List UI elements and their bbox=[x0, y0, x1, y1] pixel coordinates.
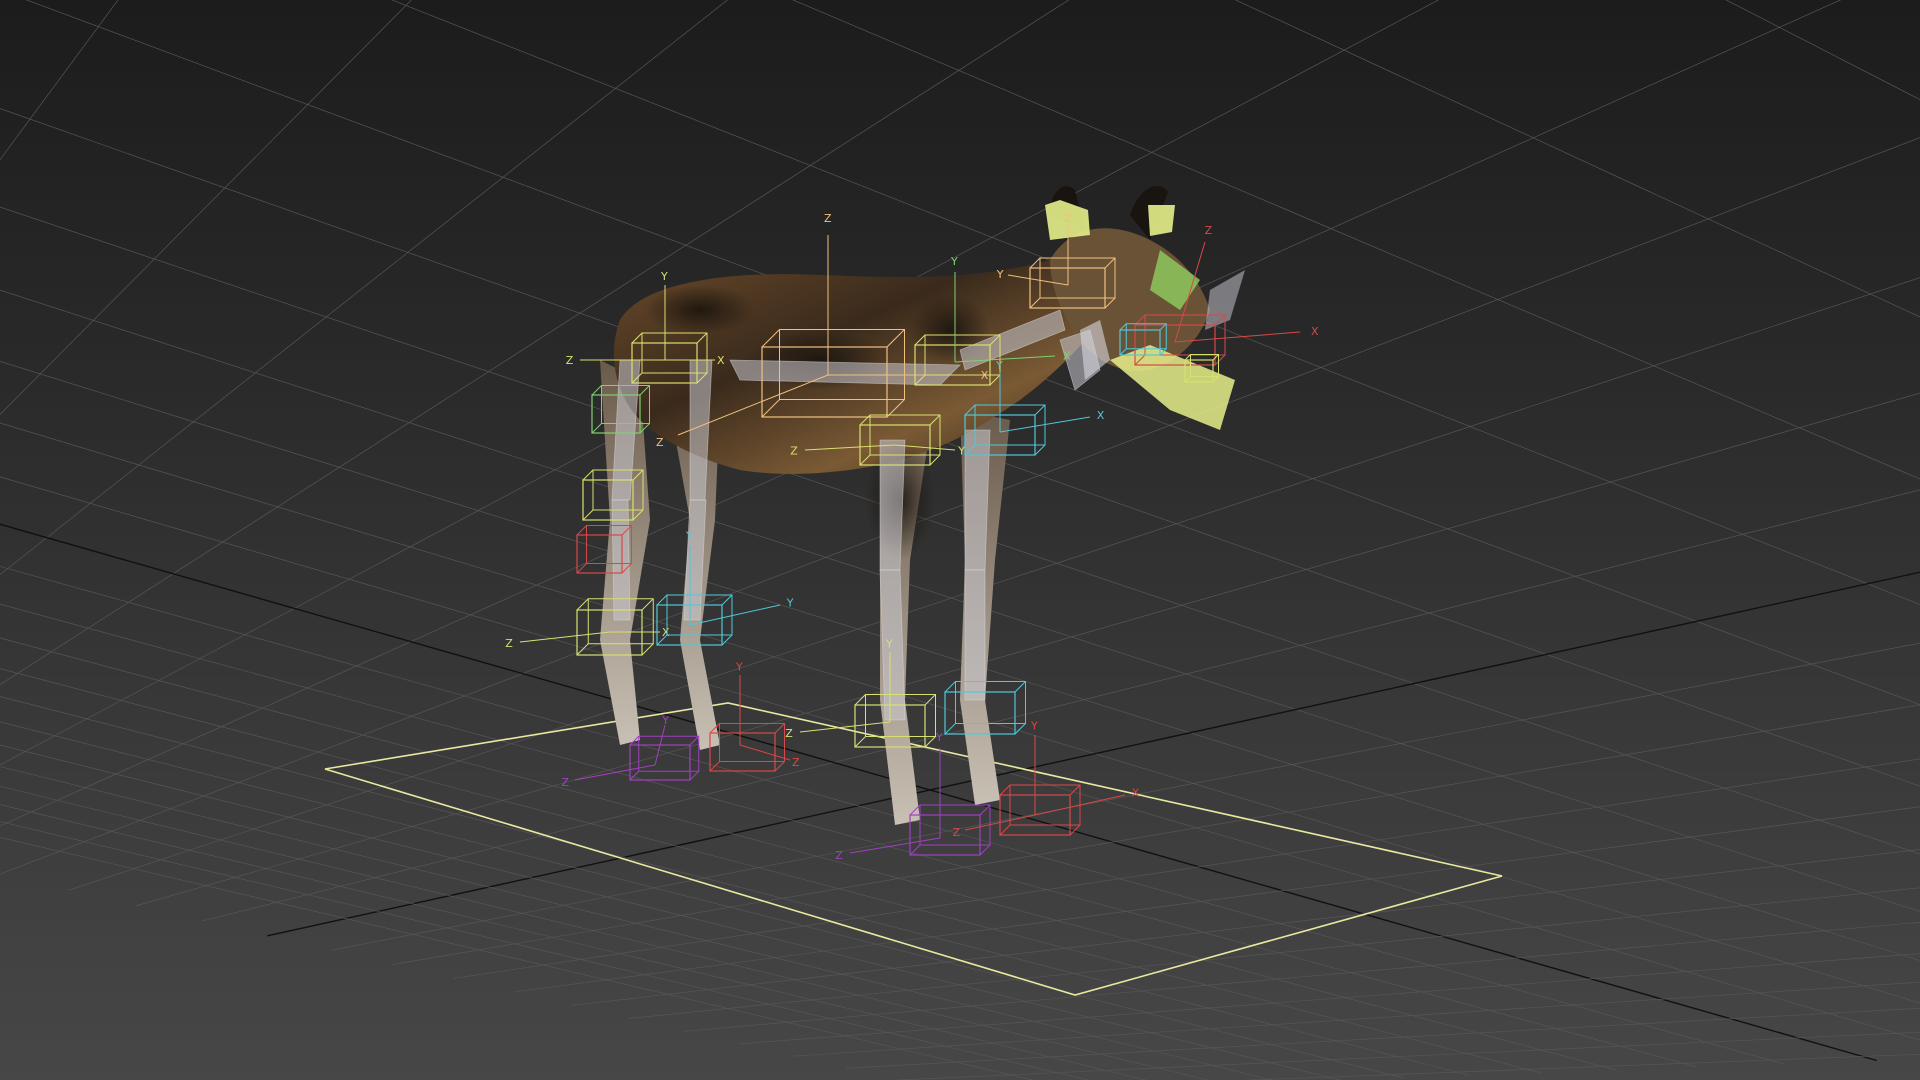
grid-line bbox=[0, 289, 1920, 912]
grid-line bbox=[0, 637, 1617, 1071]
front-shoulder-gizmo-left-z-label: Z bbox=[790, 445, 798, 458]
front-wrist-left-edge bbox=[924, 694, 936, 706]
grid-line bbox=[0, 696, 1470, 1076]
front-lower-bone-2 bbox=[964, 569, 986, 701]
grid-line bbox=[453, 758, 1920, 979]
grid-line bbox=[0, 766, 1273, 1080]
grid-line bbox=[739, 953, 1920, 1045]
rear-foot-gizmo: ZX bbox=[505, 626, 670, 650]
rear-toe-gizmo-left: ZY bbox=[561, 714, 669, 789]
rear-hip-gizmo-y-label: Y bbox=[660, 270, 668, 283]
grid-line bbox=[1725, 0, 1920, 101]
front-shoulder-right-edge bbox=[1034, 444, 1046, 456]
front-toe-gizmo-right-z-label: Z bbox=[953, 826, 961, 839]
head-gizmo-x-label: X bbox=[1311, 325, 1319, 338]
rear-hip-gizmo-z-label: Z bbox=[566, 354, 574, 367]
front-toe-gizmo-left-z-label: Z bbox=[835, 849, 843, 862]
pelvis-gizmo-z-label: Z bbox=[824, 212, 832, 225]
front-toe-control-right[interactable] bbox=[999, 784, 1081, 836]
front-toe-gizmo-right-y-label: Y bbox=[1030, 719, 1038, 732]
grid-line bbox=[0, 603, 1698, 1068]
rear-toe-control-left-edge bbox=[629, 770, 640, 781]
front-wrist-left-edge bbox=[854, 694, 866, 706]
rear-toe-control-left-edge bbox=[689, 770, 700, 781]
spine-gizmo-x-label: X bbox=[1063, 349, 1071, 362]
grid-line bbox=[0, 804, 1148, 1080]
front-shoulder-gizmo-right-y-label: Y bbox=[995, 359, 1003, 372]
grid-line bbox=[1234, 0, 1920, 318]
grid-line bbox=[0, 137, 1920, 875]
rear-paw-gizmo-y-label: Y bbox=[786, 597, 794, 610]
front-toe-gizmo-left-y-label: Y bbox=[935, 731, 943, 744]
rear-toe-gizmo-left-z-label: Z bbox=[561, 776, 569, 789]
rear-toe-gizmo-left-y-label: Y bbox=[661, 714, 669, 727]
rear-foot-gizmo-z-label: Z bbox=[505, 637, 513, 650]
rear-shin-bone bbox=[611, 499, 631, 621]
front-shoulder-gizmo-right-x-label: X bbox=[1097, 409, 1105, 422]
grid-line bbox=[0, 744, 1341, 1080]
front-wrist-gizmo-left-z-label: Z bbox=[785, 727, 793, 740]
rear-foot-control-edge bbox=[641, 598, 654, 611]
rear-toe-control-right-edge bbox=[774, 723, 785, 734]
front-shoulder-right-edge bbox=[1034, 404, 1046, 416]
spine-gizmo-y-label: Y bbox=[950, 255, 958, 268]
rear-foot-control-edge bbox=[641, 643, 654, 656]
grid-line bbox=[628, 887, 1920, 1019]
rear-toe-control-right-edge bbox=[709, 761, 720, 772]
ear-control-right[interactable] bbox=[1148, 205, 1175, 236]
front-toe-control-left-edge bbox=[979, 804, 991, 816]
rear-knee-control-edge bbox=[582, 469, 594, 481]
front-toe-control-left[interactable] bbox=[909, 804, 991, 856]
rear-thigh-control-edge bbox=[591, 423, 602, 434]
grid-line bbox=[792, 0, 1920, 480]
front-wrist-gizmo-left: ZY bbox=[785, 638, 893, 741]
grid-line bbox=[0, 523, 1877, 1062]
rear-foot-control-edge bbox=[576, 598, 589, 611]
grid-line bbox=[0, 836, 1034, 1080]
jaw-control[interactable] bbox=[1110, 345, 1235, 430]
grid-line bbox=[0, 0, 656, 733]
front-wrist-right-edge bbox=[944, 681, 956, 693]
front-toe-gizmo-right-x-label: X bbox=[1132, 787, 1140, 800]
pelvis-gizmo-z-label: Z bbox=[656, 436, 664, 449]
grid-line bbox=[202, 489, 1920, 922]
front-toe-control-right-edge bbox=[999, 824, 1011, 836]
grid-line bbox=[513, 806, 1920, 993]
perspective-viewport[interactable]: ZZXYXYZXZZYXZXYYZYYZZYXYZYZYXYZ bbox=[0, 0, 1920, 1080]
viewport-canvas[interactable]: ZZXYXYZXZZYXZXYYZYYZZ YXYZYZYXYZ bbox=[0, 0, 1920, 1080]
grid-line bbox=[684, 921, 1920, 1032]
front-wrist-gizmo-left-y-label: Y bbox=[885, 638, 893, 651]
front-wrist-gizmo-left-z-axis bbox=[799, 721, 891, 733]
grid-line bbox=[0, 721, 1404, 1079]
rear-toe-control-right-edge bbox=[774, 761, 785, 772]
front-toe-control-left-edge bbox=[979, 844, 991, 856]
rear-foot-gizmo-x-label: X bbox=[662, 626, 670, 639]
grid-line bbox=[793, 981, 1920, 1057]
rear-knee-control-edge bbox=[582, 509, 594, 521]
head-gizmo-z-label: Z bbox=[1205, 224, 1213, 237]
grid-line bbox=[0, 668, 1541, 1074]
grid-line bbox=[0, 108, 1920, 787]
rear-toe-gizmo-right-z-label: Z bbox=[792, 756, 800, 769]
grid-line bbox=[25, 0, 1920, 705]
rear-toe-gizmo-right: YZ bbox=[735, 661, 800, 769]
front-wrist-left-edge bbox=[854, 736, 866, 748]
front-wrist-right-edge bbox=[1014, 681, 1026, 693]
rear-toe-gizmo-right-y-label: Y bbox=[735, 661, 743, 674]
grid-line bbox=[267, 571, 1920, 937]
grid-line bbox=[897, 1031, 1920, 1080]
front-shoulder-gizmo-left-y-label: Y bbox=[957, 445, 965, 458]
rear-paw-gizmo-y-label: Y bbox=[685, 529, 693, 542]
front-toe-control-right-edge bbox=[999, 784, 1011, 796]
rear-ankle-control-edge bbox=[576, 525, 587, 536]
front-shoulder-left-edge bbox=[929, 454, 941, 466]
neck-gizmo-y-label: Y bbox=[996, 268, 1004, 281]
neck-gizmo-z-label: Z bbox=[1064, 212, 1072, 225]
rear-thigh-control-edge bbox=[591, 385, 602, 396]
rear-paw-control-edge bbox=[656, 594, 668, 606]
rear-toe-gizmo-left-z-axis bbox=[574, 764, 656, 781]
rear-hip-gizmo-x-label: X bbox=[717, 354, 725, 367]
rear-toe-control-left-edge bbox=[689, 735, 700, 746]
home-grid bbox=[0, 0, 1920, 1080]
